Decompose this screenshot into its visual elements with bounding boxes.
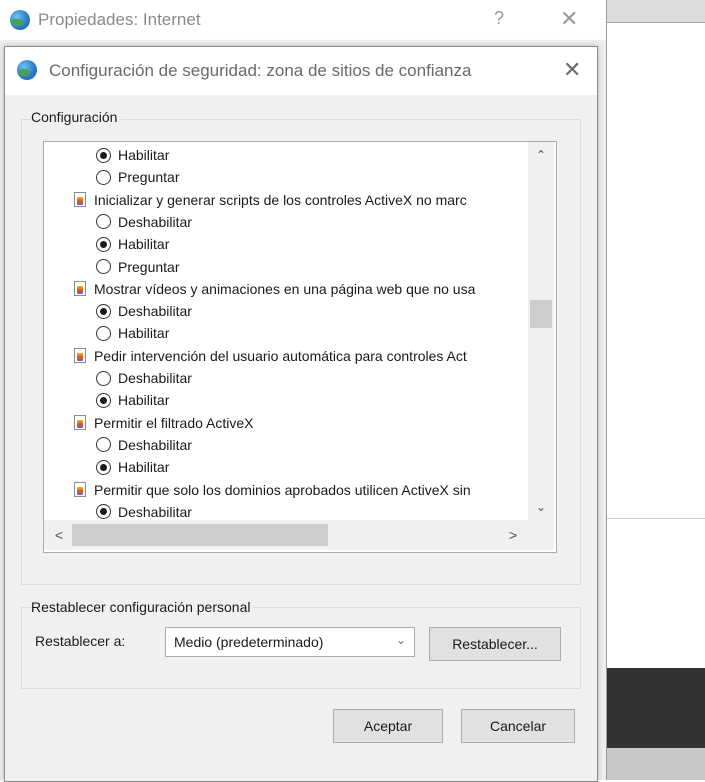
background-window-titlebar [606,0,705,23]
radio-option-label: Deshabilitar [118,503,192,520]
dialog-titlebar: Configuración de seguridad: zona de siti… [5,47,597,95]
radio-option[interactable]: Deshabilitar [96,300,192,322]
radio-option-label: Deshabilitar [118,370,192,386]
reset-to-label: Restablecer a: [35,633,126,649]
close-icon[interactable]: ✕ [563,57,581,83]
ok-button[interactable]: Aceptar [333,709,443,743]
reset-button[interactable]: Restablecer... [429,627,561,661]
setting-script-icon [74,348,86,364]
setting-heading-label: Permitir que solo los dominios aprobados… [94,481,471,498]
setting-heading-label: Permitir el filtrado ActiveX [94,414,254,431]
radio-unselected[interactable] [96,169,111,185]
setting-script-icon [74,192,86,208]
vertical-scroll-thumb[interactable] [530,300,552,328]
radio-option-label: Deshabilitar [118,436,192,453]
setting-heading-label: Pedir intervención del usuario automátic… [94,347,467,364]
setting-script-icon [74,415,86,431]
radio-option-label: Preguntar [118,258,180,275]
radio-option[interactable]: Deshabilitar [96,501,192,520]
setting-heading: Permitir que solo los dominios aprobados… [74,479,471,501]
scroll-right-icon[interactable]: > [502,524,524,546]
radio-unselected[interactable] [96,437,111,453]
radio-option[interactable]: Preguntar [96,166,179,188]
radio-unselected[interactable] [96,259,111,274]
setting-script-icon [74,281,86,297]
radio-option-label: Habilitar [118,325,170,342]
internet-globe-icon [10,10,30,30]
cancel-button[interactable]: Cancelar [461,709,575,743]
setting-heading: Inicializar y generar scripts de los con… [74,189,467,211]
setting-heading-label: Mostrar vídeos y animaciones en una pági… [94,280,476,297]
radio-option-label: Deshabilitar [118,303,192,320]
setting-heading: Permitir el filtrado ActiveX [74,412,254,434]
radio-option-label: Habilitar [118,236,170,253]
close-icon[interactable]: ✕ [560,6,578,32]
chevron-down-icon: ⌄ [395,633,406,647]
radio-selected[interactable] [96,392,111,408]
setting-script-icon [74,482,86,497]
setting-heading-label: Inicializar y generar scripts de los con… [94,191,467,208]
internet-properties-titlebar: Propiedades: Internet ? ✕ [0,0,606,40]
scroll-left-icon[interactable]: < [48,524,70,546]
background-window [606,0,705,780]
vertical-scrollbar[interactable]: ⌃ ⌄ [528,142,554,520]
internet-properties-window: Propiedades: Internet ? ✕ Configuración … [0,0,607,782]
radio-selected[interactable] [96,459,111,475]
horizontal-scroll-thumb[interactable] [72,524,328,546]
radio-option-label: Habilitar [118,392,170,409]
settings-list-rows: Habilitar Preguntar Inicializar y generar … [44,142,528,520]
radio-option[interactable]: Deshabilitar [96,211,192,233]
radio-option[interactable]: Habilitar [96,322,169,344]
radio-selected[interactable] [96,147,111,163]
help-button[interactable]: ? [494,8,504,29]
background-bottom-bar [606,748,705,780]
reset-group-label: Restablecer configuración personal [31,599,255,615]
scroll-down-icon[interactable]: ⌄ [528,496,554,518]
radio-option-label: Habilitar [118,459,170,476]
radio-unselected[interactable] [96,370,111,386]
setting-heading: Pedir intervención del usuario automátic… [74,345,467,367]
radio-option[interactable]: Deshabilitar [96,434,192,456]
radio-option-label: Deshabilitar [118,213,192,230]
radio-unselected[interactable] [96,325,111,341]
radio-option[interactable]: Habilitar [96,233,169,255]
settings-group-label: Configuración [31,109,122,125]
radio-option-label: Habilitar [118,147,170,163]
radio-option-label: Preguntar [118,169,180,186]
radio-selected[interactable] [96,236,111,252]
internet-globe-icon [17,60,37,80]
radio-selected[interactable] [96,303,111,319]
radio-option[interactable]: Deshabilitar [96,367,192,389]
reset-level-value: Medio (predeterminado) [174,634,324,650]
radio-option[interactable]: Habilitar [96,389,169,411]
radio-selected[interactable] [96,504,111,520]
security-settings-dialog: Configuración de seguridad: zona de siti… [4,46,598,782]
dialog-title: Configuración de seguridad: zona de siti… [49,61,472,80]
reset-level-select[interactable]: Medio (predeterminado) ⌄ [165,627,415,657]
radio-option[interactable]: Preguntar [96,256,179,278]
scroll-up-icon[interactable]: ⌃ [528,144,554,166]
settings-list[interactable]: Habilitar Preguntar Inicializar y generar … [43,141,557,553]
radio-option[interactable]: Habilitar [96,144,169,166]
setting-heading: Mostrar vídeos y animaciones en una pági… [74,278,475,300]
background-dark-panel [606,668,705,748]
radio-option[interactable]: Habilitar [96,456,169,478]
internet-properties-title: Propiedades: Internet [38,10,201,29]
horizontal-scrollbar[interactable]: < > [44,520,554,550]
background-divider [606,518,705,519]
radio-unselected[interactable] [96,214,111,230]
